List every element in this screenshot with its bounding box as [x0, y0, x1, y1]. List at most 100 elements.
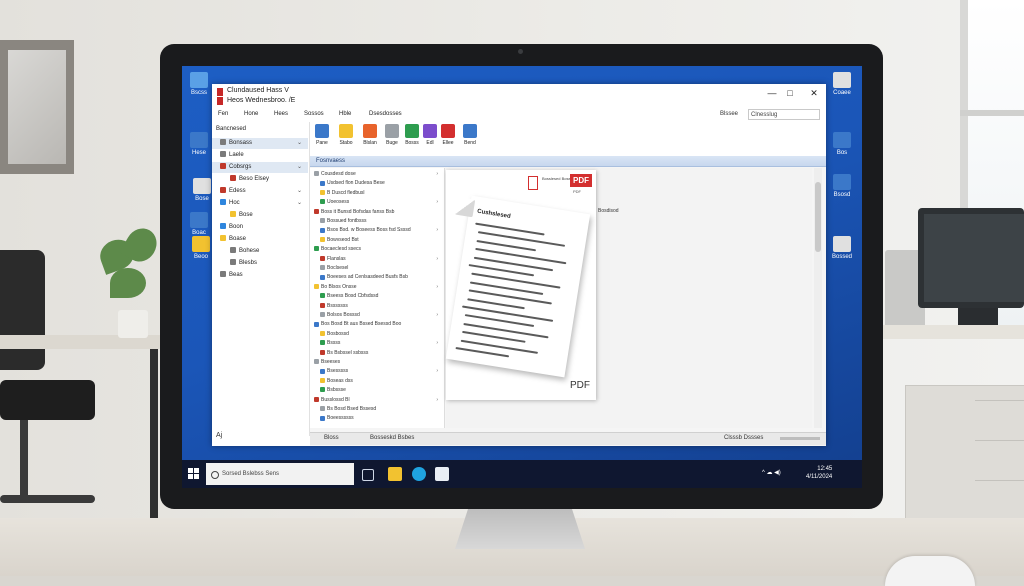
- chevron-right-icon[interactable]: ›: [436, 367, 438, 376]
- desktop-icon-glyph: [192, 236, 210, 252]
- nav-item[interactable]: Blesbs: [212, 258, 308, 269]
- file-tree-item[interactable]: Busslossd Bl ›: [310, 396, 442, 405]
- menu-item[interactable]: Dsesdosses: [369, 111, 402, 117]
- nav-item[interactable]: Laele: [212, 150, 308, 161]
- chevron-down-icon[interactable]: ⌄: [297, 186, 302, 197]
- chevron-right-icon[interactable]: ›: [436, 311, 438, 320]
- pdf-preview: Bosslesed Boseesd PDF PDF Cushslesed PDF…: [445, 168, 812, 428]
- nav-item[interactable]: Beso Elsey: [212, 174, 308, 185]
- file-tree-item[interactable]: Bsssssss: [310, 302, 442, 311]
- floating-document[interactable]: Cushslesed: [445, 195, 591, 378]
- file-tree-item[interactable]: Bseeses: [310, 358, 442, 367]
- chevron-right-icon[interactable]: ›: [436, 255, 438, 264]
- toolbar-button[interactable]: Blslan: [360, 124, 380, 146]
- system-tray[interactable]: ^ ☁ ◀): [762, 469, 781, 476]
- nav-item[interactable]: Edess ⌄: [212, 186, 308, 197]
- chevron-right-icon[interactable]: ›: [436, 198, 438, 207]
- nav-item[interactable]: Cobsrgs ⌄: [212, 162, 308, 173]
- file-tree-label: Boclsesel: [327, 265, 349, 271]
- desktop-icon[interactable]: Coaee: [827, 72, 857, 97]
- file-explorer-icon[interactable]: [388, 467, 402, 481]
- file-tree-item[interactable]: Bseess Bosd Cbfsdssd: [310, 292, 442, 301]
- desktop-icon-label: Bsosd: [833, 192, 851, 198]
- menu-item[interactable]: Fen: [218, 111, 228, 117]
- file-tree-item[interactable]: Bsos Bsd. w Boseess Boss fsd Ssssd ›: [310, 226, 442, 235]
- task-view-icon[interactable]: [362, 469, 374, 481]
- nav-item[interactable]: Bohese: [212, 246, 308, 257]
- file-tree-item[interactable]: Bsbssse: [310, 386, 442, 395]
- maximize-button[interactable]: □: [782, 87, 798, 99]
- chevron-right-icon[interactable]: ›: [436, 396, 438, 405]
- minimize-button[interactable]: —: [764, 87, 780, 99]
- file-tree-item[interactable]: Uoeosess ›: [310, 198, 442, 207]
- desktop-icon[interactable]: Bos: [827, 132, 857, 157]
- taskbar-search-input[interactable]: Sorsed Bslebss Sens: [206, 463, 354, 485]
- file-tree-label: Bos Bosd Bt aus Bssed Bsessd Boo: [321, 321, 402, 328]
- file-tree-item[interactable]: Bs Bsbssel ssbsss: [310, 349, 442, 358]
- zoom-slider[interactable]: [780, 437, 820, 440]
- file-icon: [320, 340, 325, 346]
- nav-item[interactable]: Boase: [212, 234, 308, 245]
- scrollbar-thumb[interactable]: [815, 182, 821, 252]
- title-bar[interactable]: Clundaused Hass V Heos Wednesbroo. /E — …: [212, 84, 826, 108]
- file-tree-item[interactable]: Bocaeclesd ssecs: [310, 245, 442, 254]
- toolbar-button[interactable]: Edl: [420, 124, 440, 146]
- desktop-icon[interactable]: Boac: [184, 212, 214, 237]
- nav-item[interactable]: Bose: [212, 210, 308, 221]
- file-tree-item[interactable]: Bolsos Bosssd ›: [310, 311, 442, 320]
- file-tree-item[interactable]: Bo Blsos Onsse ›: [310, 283, 442, 292]
- chevron-right-icon[interactable]: ›: [436, 283, 438, 292]
- file-tree-item[interactable]: Cousdesd dose ›: [310, 170, 442, 179]
- chevron-down-icon[interactable]: ⌄: [297, 162, 302, 173]
- taskbar-clock[interactable]: 12:45 4/11/2024: [806, 465, 832, 481]
- file-tree-item[interactable]: Boss it Bunsd Bofsdas fanss Bsb: [310, 208, 442, 217]
- chevron-right-icon[interactable]: ›: [436, 226, 438, 235]
- file-icon: [320, 368, 325, 374]
- nav-item[interactable]: Bonsass ⌄: [212, 138, 308, 149]
- desktop-icon[interactable]: Hese: [184, 132, 214, 157]
- nav-item[interactable]: Boon: [212, 222, 308, 233]
- close-button[interactable]: ✕: [806, 87, 822, 99]
- desktop-icon[interactable]: Bsosd: [827, 174, 857, 199]
- chevron-right-icon[interactable]: ›: [436, 170, 438, 179]
- file-tree-item[interactable]: Usdsed flon Dudesa Bese: [310, 179, 442, 188]
- toolbar-button[interactable]: Stabo: [336, 124, 356, 146]
- file-tree-item[interactable]: Flanslas ›: [310, 255, 442, 264]
- file-tree-item[interactable]: Bsesssss ›: [310, 367, 442, 376]
- menu-item[interactable]: Hble: [339, 111, 351, 117]
- store-icon[interactable]: [435, 467, 449, 481]
- pdf-badge-caption: PDF: [573, 189, 581, 194]
- file-tree-item[interactable]: B Duscd fledbusl: [310, 189, 442, 198]
- desktop-icon[interactable]: Bscss: [184, 72, 214, 97]
- nav-item[interactable]: Hoc ⌄: [212, 198, 308, 209]
- file-tree-label: Bossued fontbsss: [327, 218, 367, 224]
- file-tree-item[interactable]: Bowvseod Bst: [310, 236, 442, 245]
- file-tree-item[interactable]: Boclsesel: [310, 264, 442, 273]
- file-tree-item[interactable]: Bossued fontbsss: [310, 217, 442, 226]
- chevron-down-icon[interactable]: ⌄: [297, 138, 302, 149]
- file-tree-item[interactable]: Bos Bosd Bt aus Bssed Bsessd Boo: [310, 320, 442, 329]
- file-tree-item[interactable]: Boeeses ad Cenlsasdeed Busfs Bsb: [310, 273, 442, 282]
- toolbar-button[interactable]: Bosss: [402, 124, 422, 146]
- edge-browser-icon[interactable]: [412, 467, 426, 481]
- nav-item-icon: [230, 211, 236, 218]
- toolbar-button[interactable]: Buge: [382, 124, 402, 146]
- search-input[interactable]: Clnesslug: [748, 109, 820, 120]
- file-tree-item[interactable]: Bssss ›: [310, 339, 442, 348]
- menu-item[interactable]: Sossos: [304, 111, 324, 117]
- menu-item[interactable]: Hone: [244, 111, 258, 117]
- toolbar-button[interactable]: Bend: [460, 124, 480, 146]
- nav-item[interactable]: Beas: [212, 270, 308, 281]
- office-chair-back: [0, 250, 45, 370]
- menu-item[interactable]: Hees: [274, 111, 288, 117]
- toolbar-button[interactable]: Ellee: [438, 124, 458, 146]
- toolbar-button[interactable]: Pane: [312, 124, 332, 146]
- file-tree-item[interactable]: Bs Bosd Bsed Bssesd: [310, 405, 442, 414]
- file-tree-item[interactable]: Bosbossd: [310, 330, 442, 339]
- desktop-icon[interactable]: Bossed: [827, 236, 857, 261]
- file-tree-item[interactable]: Boeessssss: [310, 414, 442, 423]
- chevron-right-icon[interactable]: ›: [436, 339, 438, 348]
- windows-start-icon[interactable]: [188, 468, 200, 480]
- file-tree-item[interactable]: Boseas dss: [310, 377, 442, 386]
- chevron-down-icon[interactable]: ⌄: [297, 198, 302, 209]
